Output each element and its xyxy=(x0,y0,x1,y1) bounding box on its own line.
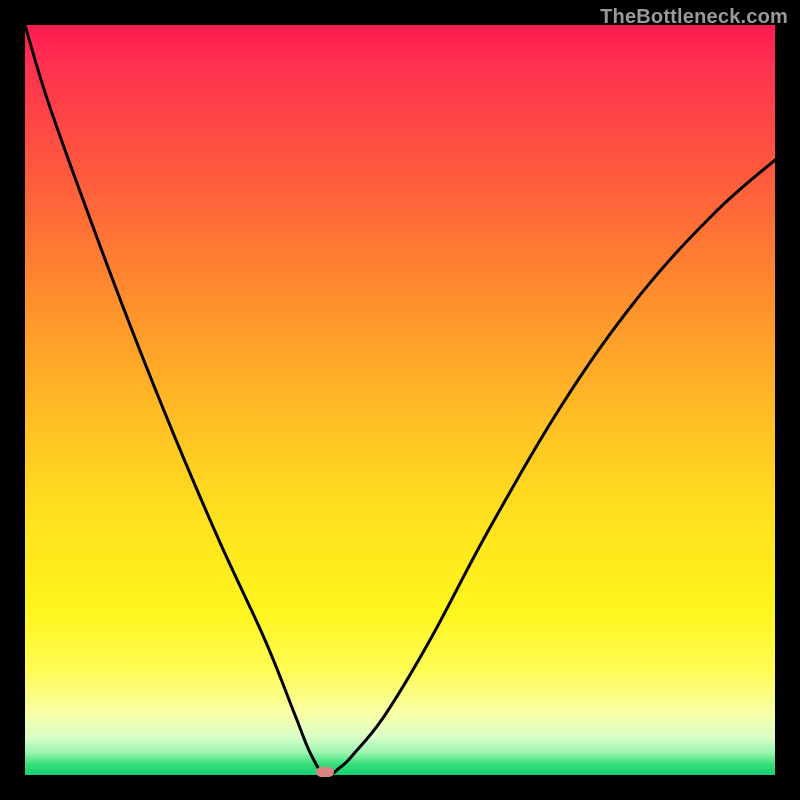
bottleneck-curve xyxy=(25,25,775,775)
plot-area xyxy=(25,25,775,775)
chart-frame: TheBottleneck.com xyxy=(0,0,800,800)
minimum-marker xyxy=(316,767,334,777)
